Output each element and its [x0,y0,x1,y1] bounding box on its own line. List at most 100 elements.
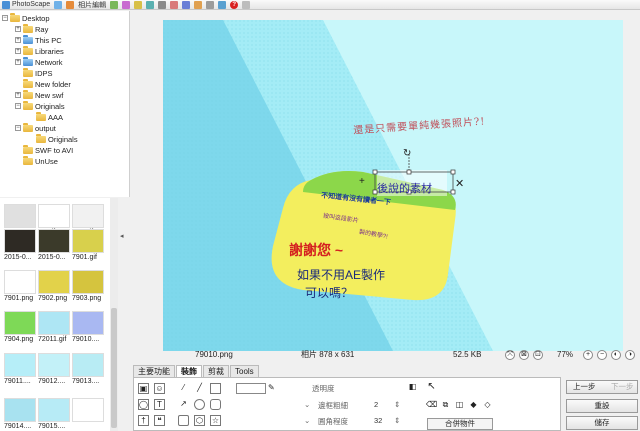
expand-toggle[interactable]: + [15,92,21,99]
actual-size-icon[interactable]: ⊠ [519,350,529,360]
text-tool-icon[interactable]: T [154,399,165,410]
hexagon-tool-icon[interactable]: ⬡ [194,415,205,426]
photo-object-icon[interactable]: ▣ [138,383,149,394]
thumbnail-item[interactable]: 79013.... [72,353,106,386]
thumbnail-item[interactable]: 79010.... [72,311,106,344]
splitter-icon[interactable] [170,0,179,9]
line-color-picker[interactable] [236,383,266,394]
line-tool-icon[interactable]: ╱ [194,383,205,394]
tree-item-ray[interactable]: + Ray [15,23,48,35]
corner-radius-spin-icon[interactable]: ⇕ [394,416,400,425]
combine-objects-button[interactable]: 合併物件 [427,418,493,430]
tree-item-idps[interactable]: IDPS [15,67,53,79]
thumbnail-item[interactable]: 7901.png [4,270,38,303]
tree-item-new-folder[interactable]: New folder [15,78,71,90]
thumbnail-item[interactable]: 72011.gif [38,311,72,344]
quote-icon[interactable]: ❝ [154,415,165,426]
rename-icon[interactable] [206,0,215,9]
round-rect-tool-icon[interactable] [210,399,221,410]
tree-item-desktop[interactable]: − Desktop [2,12,50,24]
canvas-selected-text[interactable]: 後說的素材 [377,180,432,196]
brush-icon[interactable]: ⁄ [178,383,189,394]
tree-item-this-pc[interactable]: + This PC [15,34,62,46]
thumbnail-item[interactable]: 79012.... [38,353,72,386]
thumbnail-item[interactable]: 7902.png [38,270,72,303]
tree-item-swf-to-avi[interactable]: SWF to AVI [15,144,73,156]
tree-item-output[interactable]: − output [15,122,56,134]
thumbnail-item[interactable]: 2015-0... [38,229,72,262]
tab-home[interactable]: 主要功能 [133,365,175,377]
thumbnail-item[interactable]: 2015-0... [4,229,38,262]
tab-crop[interactable]: 剪裁 [203,365,229,377]
thumbnail-scrollbar[interactable] [110,198,118,431]
expand-toggle[interactable]: + [15,48,21,55]
page-icon[interactable] [122,0,131,9]
zoom-more-icon[interactable]: ◑ [625,350,635,360]
scrollbar-thumb[interactable] [111,308,117,428]
expand-toggle[interactable]: + [15,37,21,44]
tab-editor[interactable]: 相片編輯 [78,0,106,9]
sticker-icon[interactable]: ☺ [154,383,165,394]
rectangle-tool-icon[interactable] [210,383,221,394]
duplicate-icon[interactable]: ⧉ [440,400,451,411]
zoom-in-icon[interactable]: + [583,350,593,360]
thumbnail-item[interactable]: 7901.gif [72,229,106,262]
star-tool-icon[interactable]: ☆ [210,415,221,426]
collapse-panel-icon[interactable]: ◂ [120,232,124,240]
symbol-icon[interactable]: † [138,415,149,426]
editor-icon[interactable] [66,0,75,9]
image-canvas[interactable]: 還是只需要單純幾張照片?! 後說的素材 不知道有沒有讀者一下 按叫这段影片 製的… [163,20,623,351]
help-icon[interactable]: ? [230,0,239,9]
collapse-toggle[interactable]: − [15,125,21,132]
color-picker-icon[interactable] [194,0,203,9]
tree-item-originals[interactable]: − Originals [15,100,65,112]
tree-item-libraries[interactable]: + Libraries [15,45,64,57]
opacity-toggle-icon[interactable]: ◧ [407,382,418,393]
reset-button[interactable]: 重設 [566,399,638,413]
bring-front-icon[interactable]: ◆ [468,400,479,411]
select-arrow-icon[interactable]: ↖ [426,382,437,393]
send-back-icon[interactable]: ◇ [482,400,493,411]
corner-radius-value[interactable]: 32 [374,416,382,425]
save-button[interactable]: 儲存 [566,416,638,430]
rotate-handle-icon[interactable]: ↻ [403,148,411,159]
move-handle-icon[interactable]: + [359,176,365,187]
zoom-fit-icon[interactable]: ⊡ [533,350,543,360]
border-width-spin-icon[interactable]: ⇕ [394,400,400,409]
tree-item-new-swf[interactable]: + New swf [15,89,63,101]
thumbnail-item[interactable]: 79015.... [38,398,72,431]
screen-capture-icon[interactable] [182,0,191,9]
combine-icon[interactable] [134,0,143,9]
rounded-box-icon[interactable] [178,415,189,426]
viewer-icon[interactable] [54,0,63,9]
collapse-toggle[interactable]: − [15,103,21,110]
print-icon[interactable] [158,0,167,9]
raw-icon[interactable] [218,0,227,9]
settings-icon[interactable] [242,0,251,9]
collapse-toggle[interactable]: − [2,15,8,22]
thumbnail-item[interactable]: 79011.... [4,353,38,386]
gif-icon[interactable] [146,0,155,9]
tab-tools[interactable]: Tools [230,365,259,377]
thumbnail-item[interactable]: 79014.... [4,398,38,431]
tree-item-output-originals[interactable]: Originals [28,133,78,145]
delete-object-icon[interactable]: ✕ [455,177,464,190]
tree-item-network[interactable]: + Network [15,56,63,68]
canvas-question-line2[interactable]: 可以嗎？ [305,284,353,301]
fit-screen-icon[interactable]: ⤧ [505,350,515,360]
border-width-chevron-icon[interactable]: ⌄ [304,400,310,409]
tree-item-unuse[interactable]: UnUse [15,155,58,167]
ellipse-tool-icon[interactable] [194,399,205,410]
zoom-reset-icon[interactable]: ◐ [611,350,621,360]
speech-bubble-icon[interactable]: ◯ [138,399,149,410]
corner-radius-chevron-icon[interactable]: ⌄ [304,416,310,425]
tree-item-aaa[interactable]: AAA [28,111,63,123]
delete-obj-icon[interactable]: ⌫ [426,400,437,411]
eyedropper-icon[interactable]: ✎ [268,383,275,392]
thumbnail-item[interactable]: 7904.png [4,311,38,344]
expand-toggle[interactable]: + [15,26,21,33]
batch-icon[interactable] [110,0,119,9]
border-width-value[interactable]: 2 [374,400,378,409]
undo-button[interactable]: 上一步 下一步 [566,380,638,394]
layer-icon[interactable]: ◫ [454,400,465,411]
